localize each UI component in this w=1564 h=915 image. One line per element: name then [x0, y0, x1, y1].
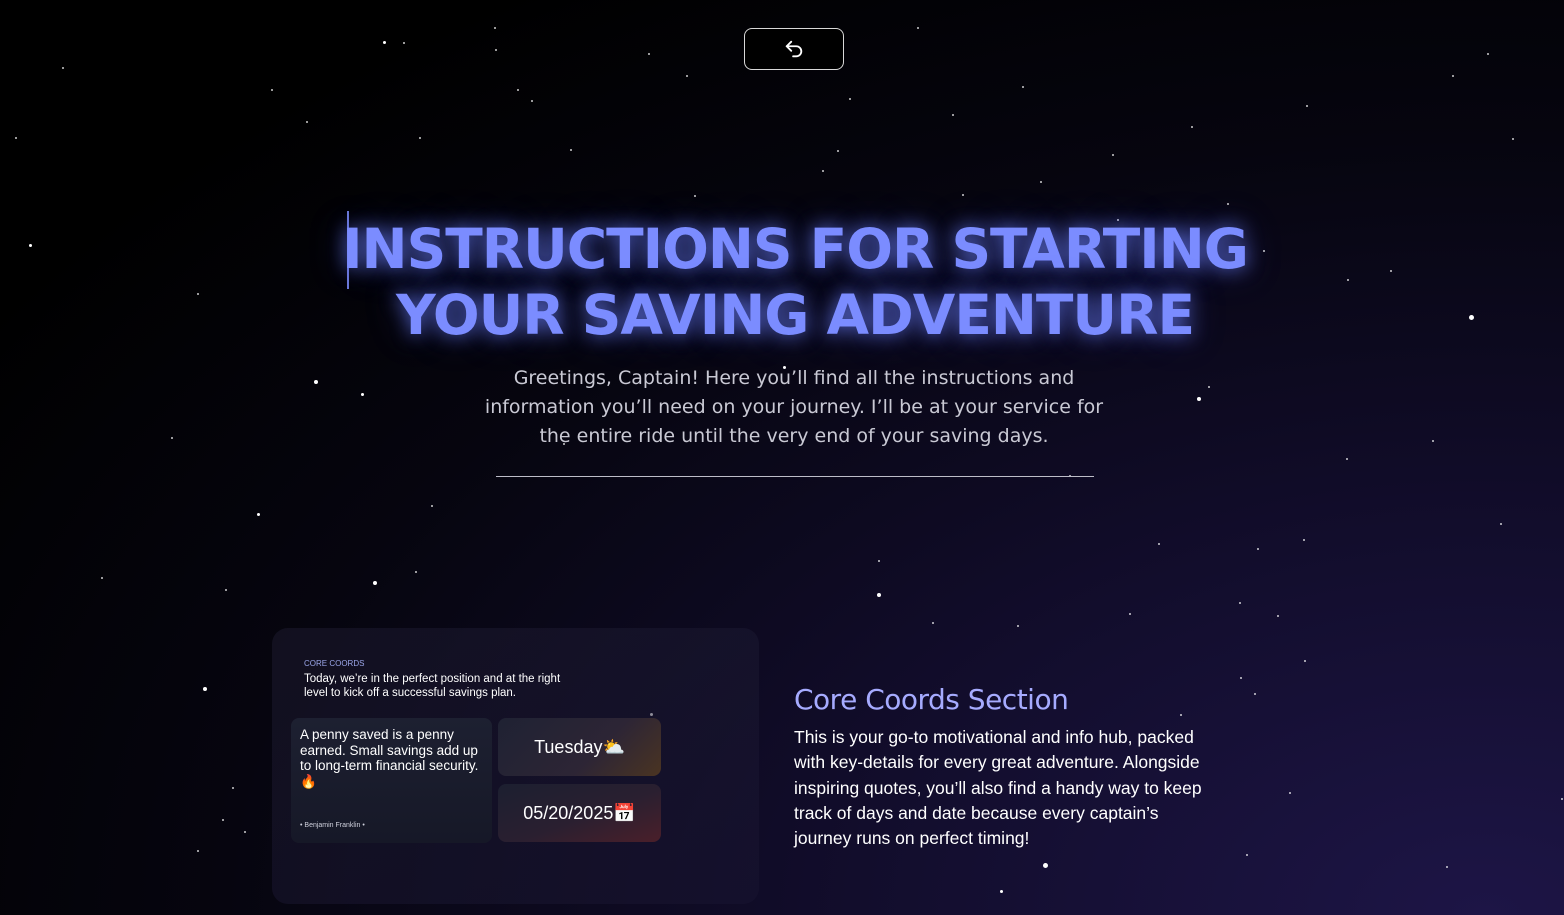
star [1017, 625, 1019, 627]
star [256, 512, 260, 516]
back-button[interactable] [744, 28, 844, 70]
star [1512, 138, 1514, 140]
star [495, 49, 497, 51]
star [419, 137, 421, 139]
star [197, 850, 199, 852]
star [932, 622, 934, 624]
star [28, 243, 32, 247]
star [271, 89, 273, 91]
section-title: Core Coords Section [794, 683, 1069, 716]
star [15, 137, 17, 139]
star [1446, 866, 1448, 868]
star [232, 787, 234, 789]
star [1306, 105, 1308, 107]
starfield-background [0, 0, 1564, 915]
core-coords-label: CORE COORDS [304, 659, 365, 668]
back-arrow-icon [785, 40, 803, 58]
star [822, 170, 824, 172]
star [531, 100, 533, 102]
star [517, 89, 519, 91]
star [403, 42, 405, 44]
star [648, 53, 650, 55]
star [1240, 677, 1242, 679]
star [878, 560, 880, 562]
quote-text: A penny saved is a penny earned. Small s… [300, 727, 479, 789]
star [306, 121, 308, 123]
star [1500, 523, 1502, 525]
star [225, 589, 227, 591]
star [877, 593, 881, 597]
star [244, 831, 246, 833]
star [570, 149, 572, 151]
star [1468, 314, 1474, 320]
star [1347, 279, 1349, 281]
star [1289, 792, 1291, 794]
day-card: Tuesday⛅ [498, 718, 661, 776]
day-value: Tuesday⛅ [534, 736, 625, 757]
star [694, 195, 696, 197]
star [849, 98, 851, 100]
star [1346, 458, 1348, 460]
star [360, 392, 364, 396]
star [1112, 154, 1114, 156]
star [1208, 386, 1210, 388]
star [1022, 86, 1024, 88]
divider [496, 476, 1094, 477]
star [101, 577, 103, 579]
star [1303, 539, 1305, 541]
star [999, 889, 1003, 893]
star [917, 27, 919, 29]
star [1129, 613, 1131, 615]
star [1304, 660, 1306, 662]
star [415, 571, 417, 573]
star [222, 819, 224, 821]
star [314, 380, 318, 384]
star [1246, 854, 1248, 856]
date-card: 05/20/2025📅 [498, 784, 661, 842]
star [1227, 203, 1229, 205]
section-description: This is your go-to motivational and info… [794, 727, 1202, 849]
star [431, 505, 433, 507]
star [1180, 714, 1182, 716]
star [837, 150, 839, 152]
core-coords-intro: Today, we’re in the perfect position and… [304, 673, 561, 699]
star [1432, 440, 1434, 442]
quote-card: A penny saved is a penny earned. Small s… [291, 718, 492, 843]
star [962, 194, 964, 196]
page-title: INSTRUCTIONS FOR STARTING YOUR SAVING AD… [342, 217, 1249, 347]
star [1040, 181, 1042, 183]
star [686, 75, 688, 77]
star [1277, 615, 1279, 617]
star [1191, 126, 1193, 128]
star [1561, 798, 1563, 800]
star [1257, 548, 1259, 550]
star [1254, 693, 1256, 695]
quote-author: • Benjamin Franklin • [300, 822, 365, 829]
date-value: 05/20/2025📅 [523, 802, 636, 823]
star [952, 114, 954, 116]
star [1239, 602, 1241, 604]
star [1197, 397, 1201, 401]
star [1042, 862, 1048, 868]
star [171, 437, 173, 439]
star [382, 40, 386, 44]
star [1158, 543, 1160, 545]
star [1452, 75, 1454, 77]
page-subtitle: Greetings, Captain! Here you’ll find all… [484, 367, 1104, 447]
star [1487, 53, 1489, 55]
star [62, 67, 64, 69]
star [494, 27, 496, 29]
star [197, 293, 199, 295]
star [203, 687, 207, 691]
star [1390, 270, 1392, 272]
star [373, 581, 377, 585]
